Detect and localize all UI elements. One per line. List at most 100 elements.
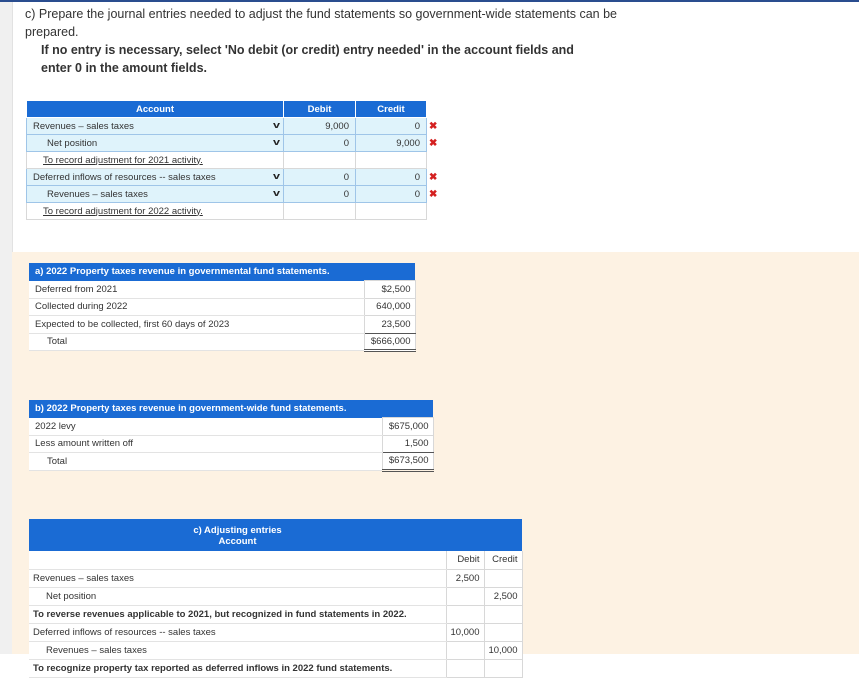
row-label: Collected during 2022	[29, 298, 364, 316]
row-label: Total	[29, 333, 364, 351]
panel-b-table: b) 2022 Property taxes revenue in govern…	[29, 400, 434, 472]
table-row: To reverse revenues applicable to 2021, …	[29, 604, 523, 624]
debit-value	[445, 640, 485, 660]
table-row: Deferred from 2021 $2,500	[29, 280, 416, 299]
chevron-down-icon[interactable]: v	[273, 171, 280, 181]
row-value: $675,000	[381, 417, 434, 436]
credit-input[interactable]: 0	[355, 168, 427, 186]
journal-row: To record adjustment for 2022 activity.	[26, 202, 441, 220]
row-label: Deferred inflows of resources -- sales t…	[29, 623, 446, 642]
debit-input[interactable]: 0	[283, 185, 356, 203]
journal-row: Revenues – sales taxes v 9,000 0 ✖	[26, 117, 441, 135]
entry-description: To record adjustment for 2021 activity.	[26, 151, 284, 169]
table-row: Revenues – sales taxes 10,000	[29, 640, 523, 660]
row-value: 23,500	[363, 315, 416, 334]
question-text: c) Prepare the journal entries needed to…	[25, 7, 618, 39]
account-value: Revenues – sales taxes	[47, 188, 148, 200]
row-label: Revenues – sales taxes	[29, 641, 446, 660]
header-spacer	[446, 519, 484, 551]
incorrect-icon: ✖	[426, 168, 441, 186]
incorrect-icon: ✖	[426, 117, 441, 135]
row-label: Total	[29, 452, 382, 471]
account-value: Revenues – sales taxes	[33, 120, 134, 132]
incorrect-icon: ✖	[426, 185, 441, 203]
entry-description: To record adjustment for 2022 activity.	[26, 202, 284, 220]
credit-input[interactable]: 0	[355, 185, 427, 203]
debit-value: 10,000	[445, 622, 485, 642]
credit-input[interactable]: 9,000	[355, 134, 427, 152]
row-label	[29, 551, 446, 570]
question-instruction: If no entry is necessary, select 'No deb…	[41, 43, 574, 75]
credit-header: Credit	[355, 100, 427, 118]
journal-row: Net position v 0 9,000 ✖	[26, 134, 441, 152]
empty-cell	[426, 151, 441, 169]
panel-c-title: c) Adjusting entries	[29, 519, 446, 536]
incorrect-icon: ✖	[426, 134, 441, 152]
row-label: To reverse revenues applicable to 2021, …	[29, 605, 446, 624]
table-row: Total $666,000	[29, 332, 416, 352]
debit-input[interactable]: 9,000	[283, 117, 356, 135]
row-label: Deferred from 2021	[29, 280, 364, 299]
row-value: $673,500	[381, 452, 434, 472]
debit-header: Debit	[283, 100, 356, 118]
journal-row: To record adjustment for 2021 activity.	[26, 151, 441, 169]
table-row: Total $673,500	[29, 452, 434, 472]
journal-row: Revenues – sales taxes v 0 0 ✖	[26, 185, 441, 203]
panel-a-title: a) 2022 Property taxes revenue in govern…	[29, 263, 415, 281]
table-row: Expected to be collected, first 60 days …	[29, 315, 416, 334]
table-row: To recognize property tax reported as de…	[29, 658, 523, 678]
account-select[interactable]: Net position v	[26, 134, 284, 152]
journal-entry-table: Account Debit Credit Revenues – sales ta…	[26, 100, 441, 220]
debit-value	[445, 586, 485, 606]
credit-header: Credit	[483, 551, 523, 570]
row-value: 640,000	[363, 297, 416, 316]
account-select[interactable]: Deferred inflows of resources -- sales t…	[26, 168, 284, 186]
chevron-down-icon[interactable]: v	[273, 137, 280, 147]
credit-value	[483, 622, 523, 642]
table-row: Less amount written off 1,500	[29, 434, 434, 453]
account-select[interactable]: Revenues – sales taxes v	[26, 185, 284, 203]
header-spacer	[484, 519, 522, 551]
chevron-down-icon[interactable]: v	[273, 120, 280, 130]
account-select[interactable]: Revenues – sales taxes v	[26, 117, 284, 135]
row-label: Less amount written off	[29, 435, 382, 453]
journal-row: Deferred inflows of resources -- sales t…	[26, 168, 441, 186]
row-value: 1,500	[381, 434, 434, 453]
header-spacer	[426, 100, 441, 118]
panel-b-title: b) 2022 Property taxes revenue in govern…	[29, 400, 433, 418]
debit-input[interactable]: 0	[283, 134, 356, 152]
empty-cell	[426, 202, 441, 220]
credit-input[interactable]: 0	[355, 117, 427, 135]
debit-value	[445, 658, 485, 678]
description-text: To record adjustment for 2021 activity.	[43, 154, 203, 166]
credit-value: 10,000	[483, 640, 523, 660]
top-border	[0, 0, 859, 2]
row-label: Net position	[29, 587, 446, 606]
table-row: 2022 levy $675,000	[29, 417, 434, 436]
debit-value: 2,500	[445, 568, 485, 588]
row-value: $2,500	[363, 280, 416, 299]
debit-header: Debit	[445, 551, 485, 570]
account-value: Deferred inflows of resources -- sales t…	[33, 171, 216, 183]
table-row: Collected during 2022 640,000	[29, 297, 416, 316]
credit-cell	[355, 151, 427, 169]
description-text: To record adjustment for 2022 activity.	[43, 205, 203, 217]
account-header: Account	[26, 100, 284, 118]
row-label: Expected to be collected, first 60 days …	[29, 315, 364, 334]
credit-value: 2,500	[483, 586, 523, 606]
table-row: Deferred inflows of resources -- sales t…	[29, 622, 523, 642]
table-row: Debit Credit	[29, 551, 523, 570]
chevron-down-icon[interactable]: v	[273, 188, 280, 198]
debit-cell	[283, 151, 356, 169]
table-row: Revenues – sales taxes 2,500	[29, 568, 523, 588]
credit-value	[483, 604, 523, 624]
debit-cell	[283, 202, 356, 220]
panel-a-table: a) 2022 Property taxes revenue in govern…	[29, 263, 416, 352]
panel-c-account-header: Account	[29, 536, 446, 551]
debit-input[interactable]: 0	[283, 168, 356, 186]
row-label: 2022 levy	[29, 417, 382, 436]
row-value: $666,000	[363, 332, 416, 352]
account-value: Net position	[47, 137, 98, 149]
debit-value	[445, 604, 485, 624]
credit-cell	[355, 202, 427, 220]
